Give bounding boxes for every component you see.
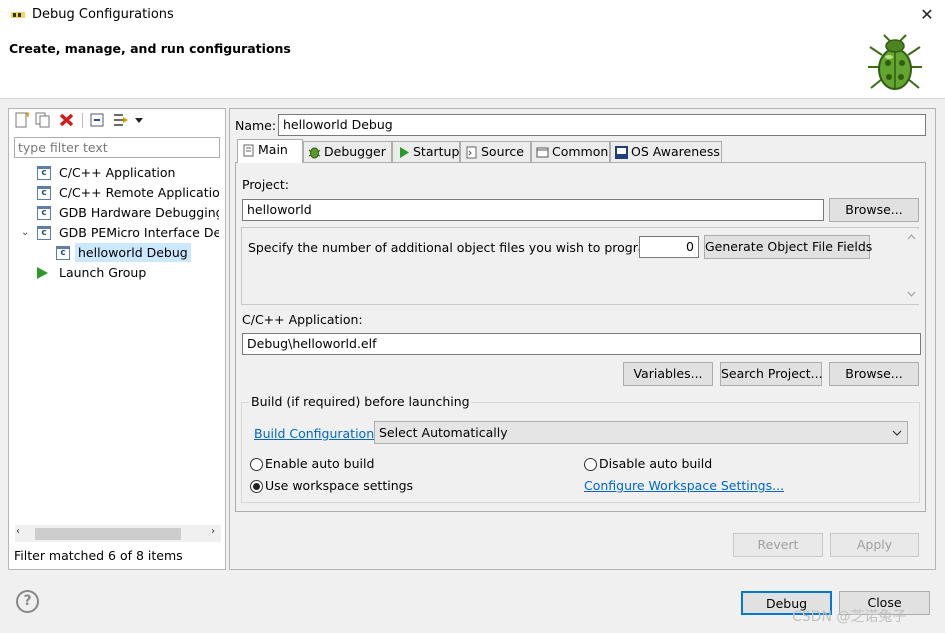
c-config-icon: c bbox=[37, 206, 51, 220]
tree-item-label: C/C++ Application bbox=[59, 165, 176, 180]
launch-group-icon bbox=[37, 267, 48, 279]
object-files-count-input[interactable]: 0 bbox=[639, 236, 699, 258]
build-group-label: Build (if required) before launching bbox=[250, 394, 471, 409]
scroll-left-icon[interactable]: ‹ bbox=[16, 526, 20, 537]
tree-item-label: Launch Group bbox=[59, 265, 147, 280]
configure-workspace-settings-link[interactable]: Configure Workspace Settings... bbox=[584, 478, 784, 493]
build-configuration-value: Select Automatically bbox=[379, 425, 508, 440]
build-group: Build Configuration: Select Automaticall… bbox=[241, 402, 920, 503]
title-bar: Debug Configurations ✕ bbox=[0, 0, 945, 31]
debugger-bug-icon bbox=[308, 147, 321, 159]
tree-item[interactable]: c GDB PEMicro Interface Debugging bbox=[37, 223, 219, 243]
scroll-right-icon[interactable]: › bbox=[211, 526, 215, 537]
chevron-down-icon[interactable] bbox=[134, 112, 144, 128]
new-config-icon[interactable] bbox=[13, 112, 30, 128]
tab-label: Source bbox=[481, 144, 524, 159]
object-files-label: Specify the number of additional object … bbox=[248, 240, 662, 255]
browse-project-button[interactable]: Browse... bbox=[829, 198, 919, 222]
tab-debugger[interactable]: Debugger bbox=[303, 141, 392, 163]
tree-item[interactable]: c C/C++ Application bbox=[37, 163, 219, 183]
application-input[interactable]: Debug\helloworld.elf bbox=[242, 333, 921, 355]
dialog-header: Create, manage, and run configurations bbox=[0, 31, 945, 99]
tree-item-label: GDB PEMicro Interface Debugging bbox=[59, 225, 219, 240]
tab-label: Startup bbox=[413, 144, 460, 159]
tab-label: Main bbox=[258, 142, 288, 157]
tab-label: Common bbox=[552, 144, 609, 159]
enable-auto-build-label: Enable auto build bbox=[265, 456, 375, 471]
collapse-all-icon[interactable] bbox=[89, 112, 106, 128]
toolbar-separator bbox=[82, 113, 83, 128]
watermark: CSDN @芝诺兔子 bbox=[792, 609, 907, 625]
c-config-icon: c bbox=[37, 226, 51, 240]
tree-item-label: helloworld Debug bbox=[75, 243, 191, 262]
common-icon bbox=[536, 147, 549, 158]
revert-button[interactable]: Revert bbox=[733, 533, 823, 557]
enable-auto-build-radio[interactable] bbox=[250, 458, 263, 471]
window-title: Debug Configurations bbox=[32, 7, 174, 22]
tab-os-awareness[interactable]: OS Awareness bbox=[610, 141, 722, 163]
tab-startup[interactable]: Startup bbox=[392, 141, 460, 163]
tree-item-label: GDB Hardware Debugging bbox=[59, 205, 219, 220]
disable-auto-build-label: Disable auto build bbox=[599, 456, 713, 471]
tab-source[interactable]: Source bbox=[460, 141, 531, 163]
browse-application-button[interactable]: Browse... bbox=[829, 362, 919, 386]
search-project-button[interactable]: Search Project... bbox=[720, 362, 823, 386]
tab-main[interactable]: Main bbox=[237, 139, 303, 163]
source-icon bbox=[466, 146, 477, 159]
variables-button[interactable]: Variables... bbox=[623, 362, 713, 386]
configuration-editor: Name: helloworld Debug Main Debugger Sta… bbox=[229, 108, 936, 570]
generate-object-file-fields-button[interactable]: Generate Object File Fields bbox=[704, 235, 872, 259]
tab-common[interactable]: Common bbox=[531, 141, 610, 163]
scroll-up-icon[interactable] bbox=[907, 234, 916, 240]
object-files-panel: Specify the number of additional object … bbox=[241, 227, 919, 305]
c-config-icon: c bbox=[56, 246, 70, 260]
filter-status: Filter matched 6 of 8 items bbox=[14, 548, 183, 563]
filter-input[interactable]: type filter text bbox=[14, 137, 220, 158]
tree-item[interactable]: Launch Group bbox=[37, 263, 219, 283]
duplicate-config-icon[interactable] bbox=[34, 112, 51, 128]
tree-item-label: C/C++ Remote Application bbox=[59, 185, 219, 200]
close-window-icon[interactable]: ✕ bbox=[914, 4, 940, 26]
tree-item[interactable]: c helloworld Debug bbox=[56, 243, 219, 263]
vertical-scrollbar[interactable] bbox=[904, 229, 919, 304]
horizontal-scrollbar[interactable]: ‹ › bbox=[15, 525, 221, 542]
tree-item[interactable]: c GDB Hardware Debugging bbox=[37, 203, 219, 223]
apply-button[interactable]: Apply bbox=[830, 533, 919, 557]
os-awareness-icon bbox=[615, 146, 628, 159]
configuration-tree-panel: type filter text c C/C++ Application c C/C+… bbox=[8, 108, 226, 570]
expand-toggle-icon[interactable]: ⌄ bbox=[21, 223, 29, 242]
disable-auto-build-radio[interactable] bbox=[584, 458, 597, 471]
project-label: Project: bbox=[242, 177, 289, 192]
application-label: C/C++ Application: bbox=[242, 312, 363, 327]
tab-label: Debugger bbox=[324, 144, 386, 159]
scroll-down-icon[interactable] bbox=[907, 291, 916, 297]
use-workspace-settings-radio[interactable] bbox=[250, 480, 263, 493]
build-configuration-select[interactable]: Select Automatically bbox=[374, 421, 908, 444]
use-workspace-settings-label: Use workspace settings bbox=[265, 478, 414, 493]
scrollbar-thumb[interactable] bbox=[35, 528, 181, 540]
c-config-icon: c bbox=[37, 166, 51, 180]
name-label: Name: bbox=[235, 118, 277, 133]
c-config-icon: c bbox=[37, 186, 51, 200]
build-configuration-link[interactable]: Build Configuration: bbox=[254, 426, 378, 441]
help-icon[interactable]: ? bbox=[16, 590, 39, 613]
startup-play-icon bbox=[400, 147, 409, 158]
filter-icon[interactable] bbox=[113, 112, 130, 128]
main-tab-content: Project: helloworld Browse... Specify th… bbox=[235, 162, 926, 512]
eclipse-app-icon bbox=[11, 12, 25, 18]
delete-config-icon[interactable] bbox=[58, 112, 75, 128]
chevron-down-icon bbox=[892, 430, 902, 436]
header-title: Create, manage, and run configurations bbox=[9, 41, 291, 56]
tree-item[interactable]: c C/C++ Remote Application bbox=[37, 183, 219, 203]
main-tab-icon bbox=[243, 144, 254, 157]
debug-bug-icon bbox=[868, 34, 922, 90]
project-input[interactable]: helloworld bbox=[242, 199, 824, 221]
tab-label: OS Awareness bbox=[631, 144, 720, 159]
name-input[interactable]: helloworld Debug bbox=[278, 114, 926, 136]
